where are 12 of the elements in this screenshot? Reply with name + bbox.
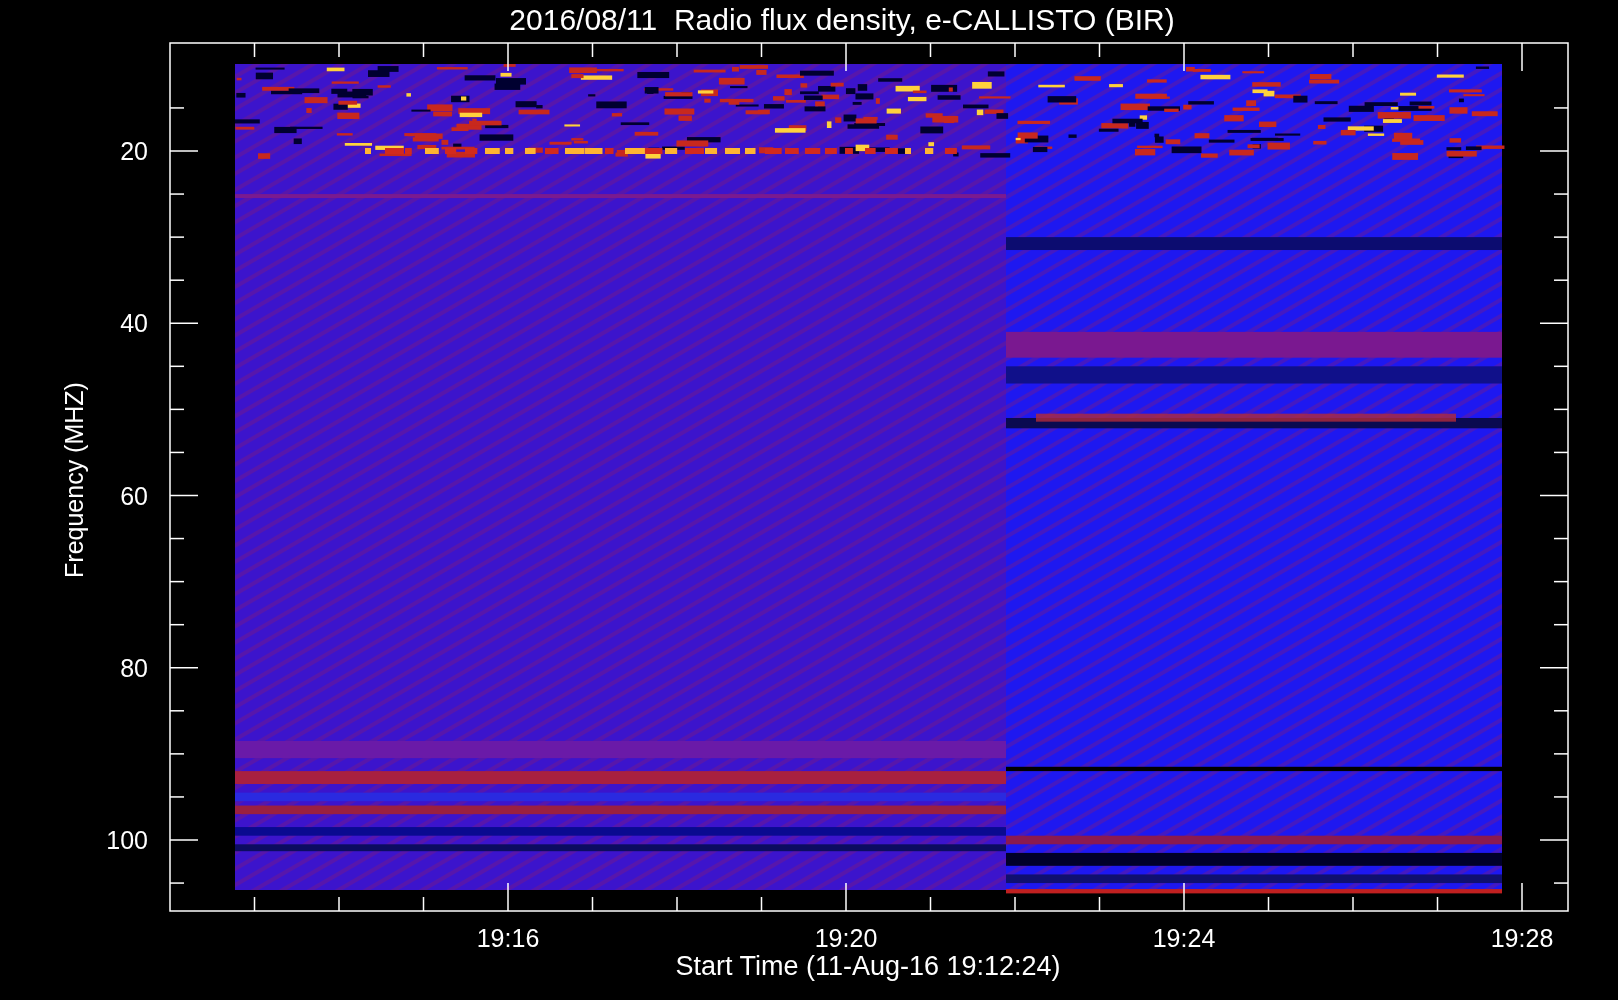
y-tick-label: 80 (120, 653, 148, 682)
y-tick-label: 60 (120, 481, 148, 510)
y-tick-label: 20 (120, 137, 148, 165)
x-tick-label: 19:24 (1152, 924, 1216, 952)
x-tick-label: 19:16 (476, 924, 540, 952)
y-tick-label: 40 (120, 309, 148, 338)
x-axis-label: Start Time (11-Aug-16 19:12:24) (675, 951, 1061, 981)
plot-title: 2016/08/11 Radio flux density, e-CALLISTO (BIR) (509, 3, 1175, 36)
x-tick-label: 19:28 (1490, 924, 1554, 952)
y-axis-label: Frequency (MHZ) (60, 382, 88, 578)
y-tick-label: 100 (106, 826, 148, 854)
x-tick-label: 19:20 (814, 924, 878, 952)
